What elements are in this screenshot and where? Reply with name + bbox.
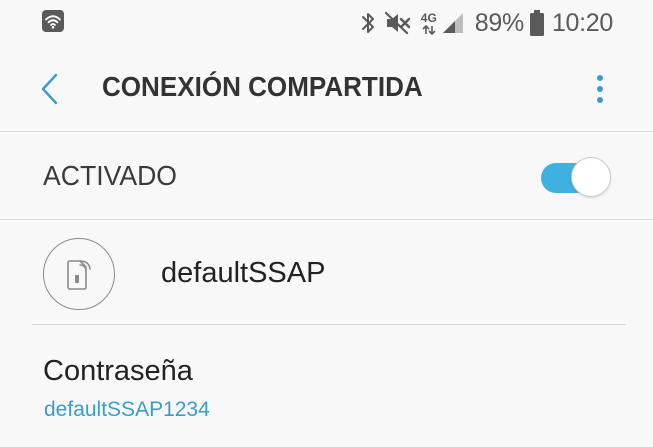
status-icons: 4G 89% 10:20 (361, 6, 613, 40)
more-vertical-icon (597, 75, 603, 103)
page-title: CONEXIÓN COMPARTIDA (102, 71, 423, 102)
mute-icon (384, 11, 411, 35)
cell-signal-icon (442, 13, 463, 33)
hotspot-switch-row[interactable]: ACTIVADO (0, 132, 653, 220)
chevron-left-icon (41, 73, 58, 105)
password-label: Contraseña (43, 355, 193, 387)
network-name-row[interactable]: defaultSSAP (0, 221, 653, 324)
app-bar: CONEXIÓN COMPARTIDA (0, 46, 653, 132)
battery-percent: 89% (474, 8, 524, 37)
toggle-knob[interactable] (571, 157, 611, 197)
4g-signal-icon: 4G (421, 11, 465, 35)
network-type-label: 4G (420, 10, 437, 25)
password-row[interactable]: Contraseña defaultSSAP1234 (0, 325, 653, 447)
network-name: defaultSSAP (161, 257, 326, 289)
hotspot-switch-label: ACTIVADO (43, 160, 178, 191)
battery-icon (529, 10, 544, 36)
network-icon-badge (43, 238, 115, 310)
more-options-button[interactable] (580, 68, 620, 110)
back-button[interactable] (28, 67, 72, 111)
mobile-hotspot-icon (67, 260, 91, 290)
hotspot-toggle[interactable] (541, 156, 611, 198)
bluetooth-icon (361, 11, 375, 35)
wifi-hotspot-icon (42, 10, 64, 32)
divider (0, 219, 653, 220)
status-bar: 4G 89% 10:20 (0, 0, 653, 46)
clock: 10:20 (551, 8, 613, 37)
password-value: defaultSSAP1234 (44, 398, 210, 421)
